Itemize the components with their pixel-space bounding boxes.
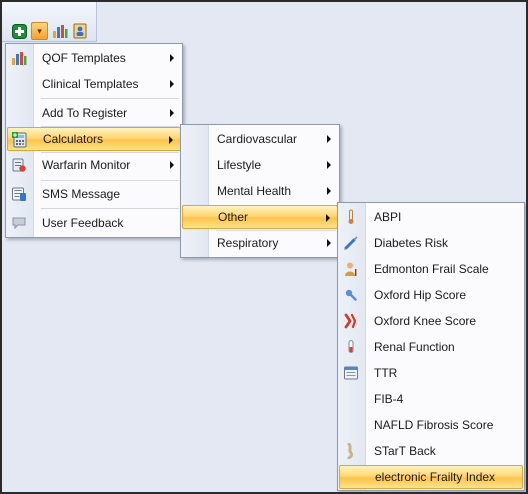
menu-item-label: Respiratory	[217, 236, 279, 250]
menu-separator	[41, 208, 179, 209]
submenu-arrow-icon	[326, 214, 330, 222]
submenu-arrow-icon	[170, 80, 174, 88]
menu-item-label: Oxford Hip Score	[374, 288, 467, 302]
contacts-icon	[73, 23, 86, 39]
menu-item-fib-4[interactable]: FIB-4	[339, 387, 523, 411]
syringe-icon	[343, 235, 359, 251]
sms-icon	[11, 186, 27, 202]
menu-item-edmonton-frail-scale[interactable]: Edmonton Frail Scale	[339, 257, 523, 281]
toolbar-dropdown-button[interactable]: ▾	[31, 22, 48, 40]
knee-icon	[343, 313, 359, 329]
hip-icon	[343, 287, 359, 303]
chart-icon	[52, 24, 67, 38]
submenu-arrow-icon	[169, 136, 173, 144]
menu-item-label: NAFLD Fibrosis Score	[374, 418, 494, 432]
menu-item-label: Add To Register	[42, 106, 128, 120]
chart-button[interactable]	[51, 22, 68, 40]
menu-item-label: Lifestyle	[217, 158, 262, 172]
menu-item-start-back[interactable]: STarT Back	[339, 439, 523, 463]
menu-item-nafld-fibrosis-score[interactable]: NAFLD Fibrosis Score	[339, 413, 523, 437]
menu-item-calculators[interactable]: Calculators	[7, 127, 181, 151]
menu-item-label: Calculators	[43, 132, 104, 146]
menu-item-label: Mental Health	[217, 184, 292, 198]
calendar-icon	[343, 365, 359, 381]
submenu-arrow-icon	[170, 109, 174, 117]
submenu-arrow-icon	[170, 161, 174, 169]
submenu-arrow-icon	[327, 161, 331, 169]
menu-item-diabetes-risk[interactable]: Diabetes Risk	[339, 231, 523, 255]
menu-item-mental-health[interactable]: Mental Health	[182, 179, 338, 203]
menu-item-label: Warfarin Monitor	[42, 158, 131, 172]
dropdown-chevron-icon: ▾	[37, 25, 42, 36]
submenu-arrow-icon	[170, 54, 174, 62]
warfarin-icon	[11, 157, 27, 173]
menu-item-label: electronic Frailty Index	[375, 470, 496, 484]
feedback-icon	[11, 215, 27, 231]
menu-item-label: STarT Back	[374, 444, 436, 458]
menu-item-qof-templates[interactable]: QOF Templates	[7, 46, 181, 70]
menu-item-label: TTR	[374, 366, 398, 380]
main-menu: QOF Templates Clinical Templates Add To …	[5, 43, 183, 238]
menu-item-add-to-register[interactable]: Add To Register	[7, 101, 181, 125]
menu-item-label: SMS Message	[42, 187, 121, 201]
menu-separator	[41, 180, 179, 181]
other-submenu: ABPI Diabetes Risk Edmonton Frail Scale	[337, 202, 525, 491]
back-icon	[343, 443, 359, 459]
submenu-arrow-icon	[327, 239, 331, 247]
menu-item-oxford-hip-score[interactable]: Oxford Hip Score	[339, 283, 523, 307]
contacts-button[interactable]	[71, 22, 88, 40]
menu-item-label: Edmonton Frail Scale	[374, 262, 489, 276]
menu-item-respiratory[interactable]: Respiratory	[182, 231, 338, 255]
menu-item-label: Oxford Knee Score	[374, 314, 477, 328]
menu-item-lifestyle[interactable]: Lifestyle	[182, 153, 338, 177]
menu-item-cardiovascular[interactable]: Cardiovascular	[182, 127, 338, 151]
add-icon	[12, 23, 27, 39]
submenu-arrow-icon	[327, 135, 331, 143]
menu-item-sms-message[interactable]: SMS Message	[7, 182, 181, 206]
menu-item-oxford-knee-score[interactable]: Oxford Knee Score	[339, 309, 523, 333]
menu-item-electronic-frailty-index[interactable]: electronic Frailty Index	[339, 465, 523, 489]
menu-item-clinical-templates[interactable]: Clinical Templates	[7, 72, 181, 96]
thermometer-icon	[343, 209, 359, 225]
toolbar: ▾	[2, 2, 97, 42]
menu-item-label: User Feedback	[42, 216, 124, 230]
menu-item-label: Cardiovascular	[217, 132, 298, 146]
test-tube-icon	[343, 339, 359, 355]
menu-item-other[interactable]: Other	[182, 205, 338, 229]
calculators-submenu: Cardiovascular Lifestyle Mental Health O…	[180, 124, 340, 258]
calculator-icon	[12, 132, 28, 148]
person-icon	[343, 261, 359, 277]
menu-separator	[41, 98, 179, 99]
menu-item-label: FIB-4	[374, 392, 404, 406]
menu-item-label: Other	[218, 210, 249, 224]
menu-item-renal-function[interactable]: Renal Function	[339, 335, 523, 359]
menu-item-user-feedback[interactable]: User Feedback	[7, 211, 181, 235]
chart-icon	[11, 50, 27, 66]
menu-item-label: QOF Templates	[42, 51, 126, 65]
menu-item-abpi[interactable]: ABPI	[339, 205, 523, 229]
menu-item-label: Clinical Templates	[42, 77, 139, 91]
menu-item-ttr[interactable]: TTR	[339, 361, 523, 385]
menu-item-label: ABPI	[374, 210, 402, 224]
add-button[interactable]	[11, 22, 28, 40]
submenu-arrow-icon	[327, 187, 331, 195]
menu-item-label: Renal Function	[374, 340, 455, 354]
menu-item-label: Diabetes Risk	[374, 236, 449, 250]
menu-item-warfarin-monitor[interactable]: Warfarin Monitor	[7, 153, 181, 177]
